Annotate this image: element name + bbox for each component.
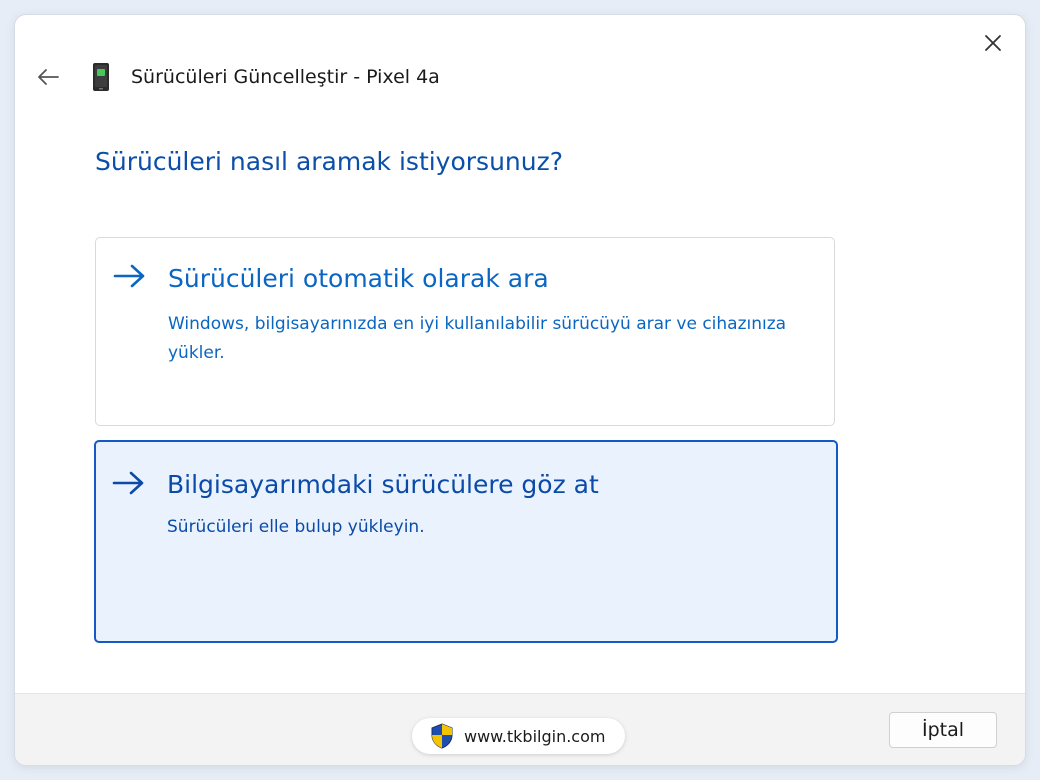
close-icon (985, 35, 1001, 51)
uac-shield-icon (430, 723, 454, 749)
browse-my-computer-option[interactable]: Bilgisayarımdaki sürücülere göz at Sürüc… (94, 440, 838, 643)
close-button[interactable] (979, 29, 1007, 57)
option-description: Windows, bilgisayarınızda en iyi kullanı… (168, 314, 787, 363)
cancel-button[interactable]: İptal (889, 712, 997, 748)
dialog-footer: www.tkbilgin.com İptal (15, 693, 1025, 765)
option-description: Sürücüleri elle bulup yükleyin. (167, 517, 425, 537)
search-automatically-option[interactable]: Sürücüleri otomatik olarak ara Windows, … (95, 237, 835, 426)
arrow-right-icon (113, 264, 145, 288)
update-drivers-dialog: Sürücüleri Güncelleştir - Pixel 4a Sürüc… (14, 14, 1026, 766)
watermark-text: www.tkbilgin.com (464, 726, 606, 746)
back-button[interactable] (35, 64, 61, 90)
phone-device-icon (91, 62, 111, 92)
option-title: Sürücüleri otomatik olarak ara (168, 264, 549, 293)
title-bar: Sürücüleri Güncelleştir - Pixel 4a (35, 61, 440, 93)
watermark-badge: www.tkbilgin.com (412, 718, 626, 754)
back-arrow-icon (38, 69, 59, 85)
page-question: Sürücüleri nasıl aramak istiyorsunuz? (95, 147, 564, 176)
arrow-right-icon (112, 471, 144, 495)
option-title: Bilgisayarımdaki sürücülere göz at (167, 470, 599, 499)
window-title: Sürücüleri Güncelleştir - Pixel 4a (131, 66, 440, 88)
